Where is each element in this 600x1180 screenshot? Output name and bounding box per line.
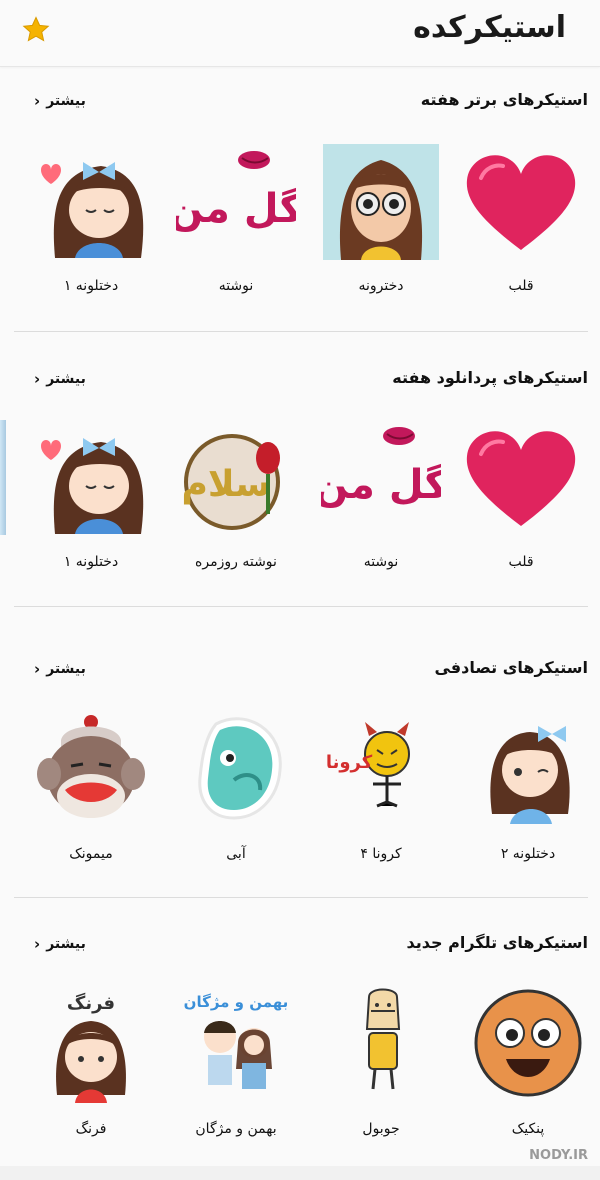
bottom-navigation-bar [0, 1166, 600, 1180]
calligraphy-sticker-icon: گل من [321, 427, 441, 508]
sticker-text: سلام [181, 464, 270, 505]
watermark: NODY.IR [529, 1148, 588, 1163]
sock-monkey-sticker-icon [37, 715, 145, 818]
star-icon [22, 16, 50, 42]
sticker-pack-label: فرنگ [75, 1121, 107, 1137]
pancake-face-sticker-icon [474, 989, 582, 1097]
more-label: بیشتر [46, 371, 86, 387]
sticker-pack-item[interactable]: فرنگ فرنگ [21, 985, 161, 1155]
section-header-most-downloaded: استیکرهای پردانلود هفته بیشتر ‹ [0, 368, 600, 398]
section-divider [14, 606, 588, 607]
chevron-left-icon: ‹ [34, 660, 41, 678]
sticker-pack-item[interactable]: گل من نوشته [166, 142, 306, 312]
section-title: استیکرهای پردانلود هفته [392, 368, 588, 387]
sticker-pack-label: دختلونه ۱ [63, 554, 119, 570]
partial-sticker-thumbnail [0, 420, 6, 535]
sticker-pack-item[interactable]: دخترونه [311, 142, 451, 312]
more-label: بیشتر [46, 661, 86, 677]
blue-creature-sticker-icon [198, 717, 282, 820]
sticker-text: گل من [176, 185, 296, 232]
sticker-pack-item[interactable]: جوبول [311, 985, 451, 1155]
sticker-pack-item[interactable]: پنکیک [458, 985, 598, 1155]
chevron-left-icon: ‹ [34, 935, 41, 953]
sticker-pack-item[interactable]: قلب [451, 418, 591, 588]
section-title: استیکرهای تلگرام جدید [406, 933, 588, 952]
sticker-pack-item[interactable]: گل من نوشته [311, 418, 451, 588]
sticker-pack-label: پنکیک [511, 1121, 545, 1137]
sticker-pack-label: نوشته روزمره [195, 554, 277, 570]
sticker-pack-label: میمونک [69, 846, 113, 862]
robot-sticker-icon [365, 988, 401, 1090]
sticker-pack-item[interactable]: آبی [166, 710, 306, 880]
app-bar: استیکرکده [0, 0, 600, 67]
more-label: بیشتر [46, 93, 86, 109]
sticker-pack-item[interactable]: دختلونه ۱ [21, 418, 161, 588]
sticker-pack-label: جوبول [362, 1121, 400, 1137]
sticker-pack-item[interactable]: قلب [451, 142, 591, 312]
more-link[interactable]: بیشتر ‹ [34, 660, 86, 678]
heart-sticker-icon [466, 155, 576, 250]
section-header-random: استیکرهای تصادفی بیشتر ‹ [0, 658, 600, 688]
sticker-pack-label: دخترونه [358, 278, 404, 294]
sticker-pack-label: آبی [226, 846, 246, 862]
sticker-text: کرونا [326, 752, 373, 773]
section-title: استیکرهای تصادفی [434, 658, 588, 677]
sticker-pack-label: بهمن و مژگان [195, 1121, 277, 1137]
salam-tulip-sticker-icon: سلام [181, 434, 280, 530]
sticker-pack-item[interactable]: دختلونه ۲ [458, 710, 598, 880]
sticker-pack-item[interactable]: سلام نوشته روزمره [166, 418, 306, 588]
cartoon-girl-2-sticker-icon [490, 726, 570, 824]
more-link[interactable]: بیشتر ‹ [34, 370, 86, 388]
sticker-pack-label: قلب [508, 278, 534, 294]
sticker-pack-label: نوشته [218, 278, 254, 294]
section-divider [14, 897, 588, 898]
chevron-left-icon: ‹ [34, 370, 41, 388]
sticker-pack-label: کرونا ۴ [360, 846, 402, 862]
sticker-pack-label: قلب [508, 554, 534, 570]
more-link[interactable]: بیشتر ‹ [34, 92, 86, 110]
sticker-pack-item[interactable]: بهمن و مژگان بهمن و مژگان [166, 985, 306, 1155]
sticker-pack-label: نوشته [363, 554, 399, 570]
corona-devil-sticker-icon: کرونا [326, 722, 410, 808]
sticker-pack-label: دختلونه ۲ [500, 846, 556, 862]
section-title: استیکرهای برتر هفته [420, 90, 588, 109]
sticker-pack-item[interactable]: کرونا کرونا ۴ [311, 710, 451, 880]
cartoon-girl-sticker-icon [41, 438, 144, 534]
app-title: استیکرکده [413, 10, 566, 45]
couple-sticker-icon: بهمن و مژگان [184, 993, 289, 1089]
calligraphy-sticker-icon: گل من [176, 151, 296, 232]
heart-sticker-icon [466, 431, 576, 526]
section-divider [14, 331, 588, 332]
farang-girl-sticker-icon: فرنگ [56, 992, 126, 1103]
more-link[interactable]: بیشتر ‹ [34, 935, 86, 953]
sticker-text: فرنگ [67, 992, 115, 1014]
cartoon-girl-sticker-icon [41, 162, 144, 258]
sticker-pack-item[interactable]: دختلونه ۱ [21, 142, 161, 312]
sticker-text: گل من [321, 461, 441, 508]
sticker-text: بهمن و مژگان [184, 993, 289, 1011]
favorites-button[interactable] [18, 12, 54, 48]
sticker-pack-item[interactable]: میمونک [21, 710, 161, 880]
section-header-top-weekly: استیکرهای برتر هفته بیشتر ‹ [0, 90, 600, 120]
more-label: بیشتر [46, 936, 86, 952]
chevron-left-icon: ‹ [34, 92, 41, 110]
section-header-new-telegram: استیکرهای تلگرام جدید بیشتر ‹ [0, 933, 600, 963]
sticker-pack-label: دختلونه ۱ [63, 278, 119, 294]
girl-glasses-sticker-icon [323, 144, 439, 260]
